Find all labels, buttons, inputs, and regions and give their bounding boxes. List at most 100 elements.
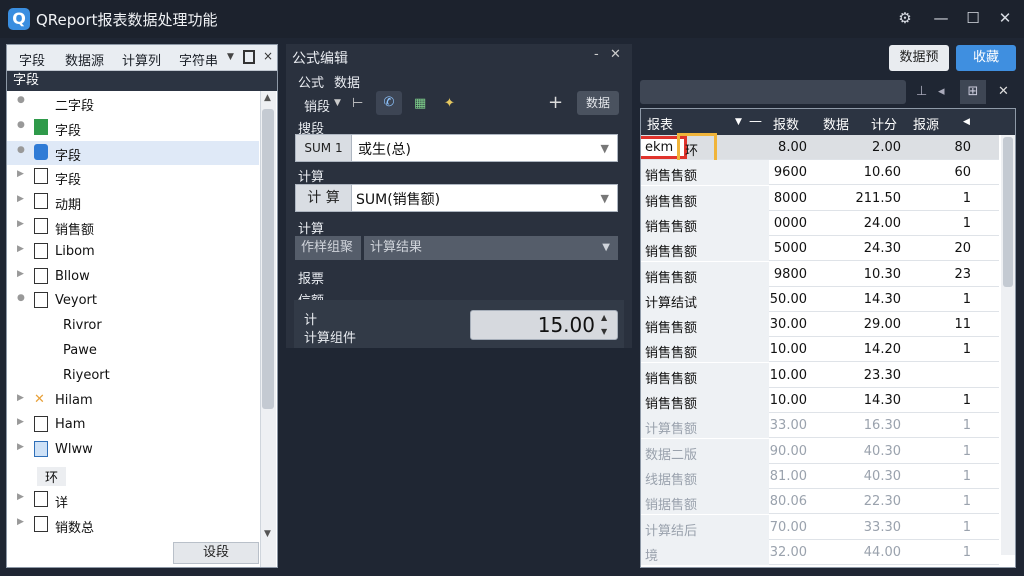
- table-row[interactable]: 计算结后 70.00 33.30 1: [641, 514, 999, 540]
- decrement-icon[interactable]: ▼: [601, 327, 607, 336]
- tab-data[interactable]: 数据: [334, 72, 360, 91]
- tree-item[interactable]: ● 字段: [7, 140, 259, 165]
- add-icon[interactable]: +: [548, 92, 563, 113]
- table-row[interactable]: 销售售额 9800 10.30 23: [641, 261, 999, 287]
- tree-item[interactable]: ● 字段: [7, 116, 259, 140]
- tree-item[interactable]: ▶ Wlww: [7, 438, 259, 462]
- col-header-data[interactable]: 数据: [823, 114, 849, 133]
- expand-icon[interactable]: ▶: [17, 219, 24, 229]
- tab-datasource[interactable]: 数据源: [65, 50, 104, 69]
- align-icon[interactable]: ⊥: [916, 84, 927, 99]
- calc-input[interactable]: 计 算 SUM(销售额) ▼: [295, 184, 618, 212]
- table-row[interactable]: 销售售额 10.00 14.20 1: [641, 337, 999, 363]
- table-row[interactable]: 销售售额 9600 10.60 60: [641, 160, 999, 186]
- scroll-down-icon[interactable]: ▼: [264, 529, 271, 539]
- expand-icon[interactable]: ▶: [17, 393, 24, 403]
- data-preview-button[interactable]: 数据预: [889, 45, 949, 71]
- group-select[interactable]: 作样组聚: [295, 236, 361, 260]
- tree-item[interactable]: ▶ 字段: [7, 165, 259, 189]
- expand-icon[interactable]: ▶: [17, 269, 24, 279]
- col-header-report[interactable]: 报表: [647, 114, 673, 133]
- amount-input[interactable]: 15.00: [470, 310, 618, 340]
- settings-button[interactable]: 设段: [173, 542, 259, 564]
- tree-item[interactable]: ▶ 动期: [7, 190, 259, 214]
- result-select[interactable]: 计算结果 ▼: [364, 236, 618, 260]
- insert-icon[interactable]: ⊢: [352, 96, 363, 111]
- settings-icon[interactable]: ⚙: [892, 6, 918, 30]
- grid-icon[interactable]: ⊞: [960, 80, 986, 104]
- phone-icon[interactable]: ✆: [376, 91, 402, 115]
- back-icon[interactable]: ◂: [938, 84, 945, 99]
- table-row[interactable]: 线据售额 81.00 40.30 1: [641, 463, 999, 489]
- tree-item[interactable]: ▶ Bllow: [7, 265, 259, 289]
- table-row[interactable]: 数据二版 90.00 40.30 1: [641, 438, 999, 464]
- col-header-dash[interactable]: —: [749, 114, 762, 129]
- table-row[interactable]: 计算售额 33.00 16.30 1: [641, 413, 999, 439]
- close-button[interactable]: ✕: [992, 6, 1018, 30]
- chevron-down-icon[interactable]: ▼: [601, 142, 609, 155]
- sort-icon[interactable]: ◀: [963, 117, 970, 127]
- expand-icon[interactable]: ▶: [17, 169, 24, 179]
- chevron-down-icon[interactable]: ▼: [334, 98, 341, 108]
- tree-item[interactable]: ▶ ✕ Hilam: [7, 389, 259, 413]
- tree-item[interactable]: ▶ 销售额: [7, 215, 259, 239]
- tab-formula[interactable]: 公式: [298, 72, 324, 91]
- maximize-button[interactable]: ☐: [960, 6, 986, 30]
- expand-icon[interactable]: ●: [17, 120, 25, 130]
- expand-icon[interactable]: ●: [17, 95, 25, 105]
- table-row[interactable]: 销售售额 10.00 23.30: [641, 362, 999, 388]
- col-header-score[interactable]: 计分: [871, 114, 897, 133]
- chevron-down-icon[interactable]: ▼: [227, 52, 234, 62]
- scrollbar-thumb[interactable]: [262, 109, 274, 409]
- expand-icon[interactable]: ▶: [17, 244, 24, 254]
- field-input[interactable]: SUM 1 或生(总) ▼: [295, 134, 618, 162]
- expand-icon[interactable]: ▶: [17, 492, 24, 502]
- table-row[interactable]: 销据售额 80.06 22.30 1: [641, 489, 999, 515]
- chevron-down-icon[interactable]: ▼: [735, 117, 742, 127]
- tree-item[interactable]: Rivror: [7, 314, 259, 338]
- tree-item[interactable]: ▶ 销数总: [7, 513, 259, 537]
- expand-icon[interactable]: ▶: [17, 417, 24, 427]
- expand-icon[interactable]: ●: [17, 293, 25, 303]
- table-row[interactable]: 环 ekm 8.00 2.00 80: [641, 133, 999, 163]
- tab-calc-column[interactable]: 计算列: [122, 50, 161, 69]
- expand-icon[interactable]: ▶: [17, 442, 24, 452]
- tree-item[interactable]: ▶ 详: [7, 488, 259, 512]
- tree-item[interactable]: ▶ Ham: [7, 413, 259, 437]
- star-icon[interactable]: ✦: [444, 96, 455, 111]
- tree-item[interactable]: Pawe: [7, 339, 259, 363]
- minimize-button[interactable]: —: [928, 6, 954, 30]
- chart-icon[interactable]: ▦: [414, 96, 426, 111]
- chevron-down-icon[interactable]: ▼: [602, 236, 610, 260]
- save-button[interactable]: 收藏: [956, 45, 1016, 71]
- field-select-button[interactable]: 销段: [304, 96, 330, 115]
- tab-string[interactable]: 字符串: [179, 50, 218, 69]
- table-row[interactable]: 销售售额 8000 211.50 1: [641, 185, 999, 211]
- table-row[interactable]: 境 32.00 44.00 1: [641, 539, 999, 565]
- table-row[interactable]: 销售售额 5000 24.30 20: [641, 236, 999, 262]
- tree-item[interactable]: 环: [7, 463, 259, 487]
- scroll-up-icon[interactable]: ▲: [264, 93, 271, 103]
- increment-icon[interactable]: ▲: [601, 313, 607, 322]
- expand-icon[interactable]: ▶: [17, 517, 24, 527]
- chevron-down-icon[interactable]: ▼: [601, 192, 609, 205]
- col-header-count[interactable]: 报数: [773, 114, 799, 133]
- tree-item[interactable]: Riyeort: [7, 364, 259, 388]
- expand-icon[interactable]: ●: [17, 145, 25, 155]
- search-input[interactable]: [640, 80, 906, 104]
- grid-scrollbar-thumb[interactable]: [1003, 137, 1013, 287]
- collapse-icon[interactable]: ✕: [998, 84, 1009, 99]
- table-row[interactable]: 销售售额 10.00 14.30 1: [641, 388, 999, 413]
- table-row[interactable]: 销售售额 0000 24.00 1: [641, 210, 999, 236]
- close-icon[interactable]: ✕: [610, 47, 621, 62]
- data-button[interactable]: 数据: [577, 91, 619, 115]
- col-header-source[interactable]: 报源: [913, 114, 939, 133]
- expand-icon[interactable]: ▶: [17, 194, 24, 204]
- tree-item[interactable]: ● 二字段: [7, 91, 259, 115]
- tree-item[interactable]: ▶ Libom: [7, 240, 259, 264]
- close-icon[interactable]: ×: [263, 49, 273, 63]
- table-row[interactable]: 销售售额 30.00 29.00 11: [641, 312, 999, 338]
- minimize-icon[interactable]: -: [594, 47, 599, 62]
- tab-fields[interactable]: 字段: [19, 50, 45, 69]
- table-row[interactable]: 计算结试 50.00 14.30 1: [641, 286, 999, 312]
